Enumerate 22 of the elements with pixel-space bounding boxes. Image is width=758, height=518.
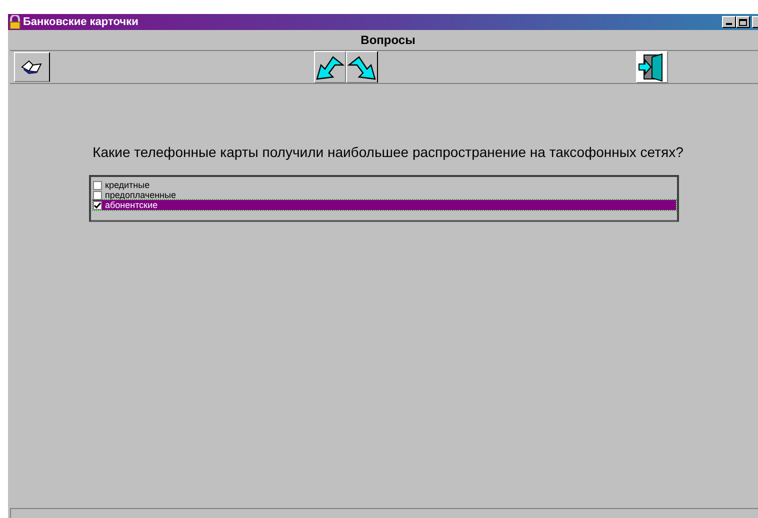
section-title: Вопросы [360, 32, 416, 49]
minimize-button[interactable] [722, 16, 736, 28]
checkmark-icon [94, 202, 101, 208]
answer-label: кредитные [105, 180, 150, 190]
maximize-icon [739, 18, 747, 26]
answer-label: абонентские [105, 200, 158, 210]
maximize-button[interactable] [736, 16, 750, 28]
answer-option[interactable]: абонентские [93, 200, 676, 210]
window-title: Банковские карточки [23, 14, 138, 30]
answer-option[interactable]: кредитные [93, 180, 676, 190]
exit-button[interactable] [636, 51, 668, 83]
question-text: Какие телефонные карты получили наибольшее распространение на таксофонных сетях? [92, 143, 684, 162]
answer-label: предоплаченные [105, 190, 176, 200]
book-button[interactable] [14, 52, 50, 82]
previous-button[interactable] [314, 51, 346, 83]
next-button[interactable] [346, 51, 378, 83]
answer-option[interactable]: предоплаченные [93, 190, 676, 200]
minimize-icon [726, 23, 732, 25]
book-icon [21, 60, 43, 74]
checkbox[interactable] [93, 190, 102, 200]
checkbox[interactable] [93, 200, 102, 210]
checkbox[interactable] [93, 180, 102, 190]
